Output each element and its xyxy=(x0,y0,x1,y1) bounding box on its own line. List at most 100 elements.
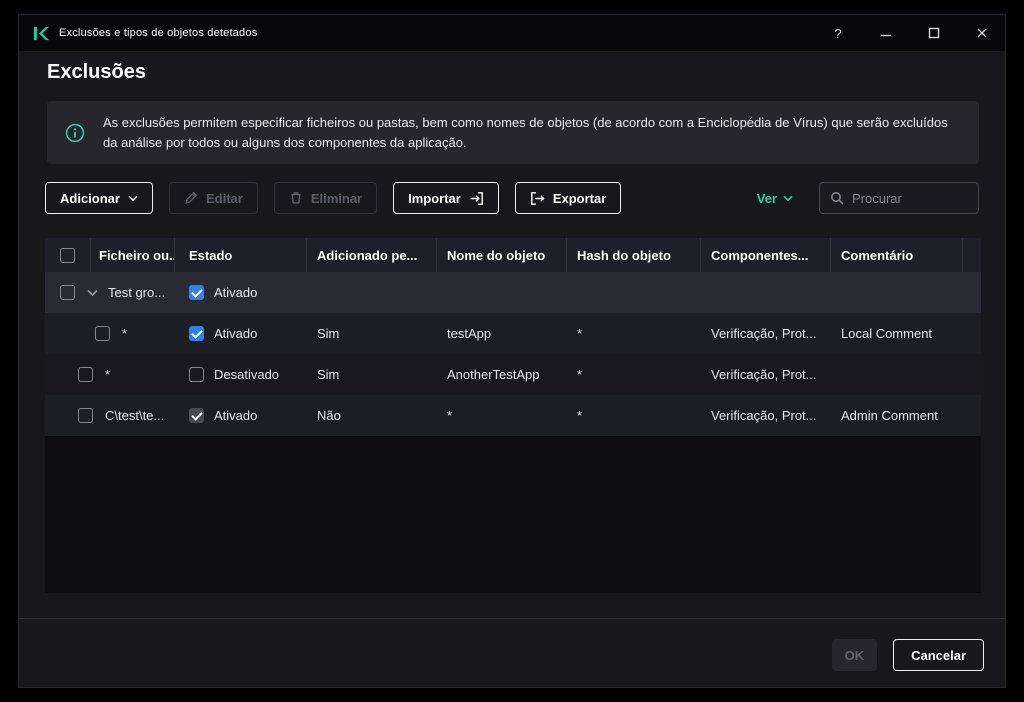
status-label: Ativado xyxy=(214,326,258,341)
column-header-added-by[interactable]: Adicionado pe... xyxy=(307,238,437,272)
row-components: Verificação, Prot... xyxy=(711,367,817,382)
window-title: Exclusões e tipos de objetos detetados xyxy=(59,27,258,39)
search-box xyxy=(819,182,979,214)
row-added-by: Sim xyxy=(317,326,340,341)
status-checkbox[interactable] xyxy=(189,326,204,341)
group-row-hash-cell xyxy=(567,272,701,313)
add-button-label: Adicionar xyxy=(60,190,120,206)
row-status-cell: Ativado xyxy=(175,313,307,354)
row-status-cell: Desativado xyxy=(175,354,307,395)
import-icon xyxy=(470,191,483,205)
row-comment: Admin Comment xyxy=(841,408,938,423)
table-row[interactable]: * Desativado Sim AnotherTestApp * Verifi… xyxy=(45,354,981,395)
status-checkbox[interactable] xyxy=(189,285,204,300)
row-file-cell: * xyxy=(45,354,175,395)
row-select-checkbox[interactable] xyxy=(78,367,93,382)
footer: OK Cancelar xyxy=(831,639,984,671)
row-filler-cell xyxy=(963,313,981,354)
info-banner: As exclusões permitem especificar fichei… xyxy=(47,101,979,164)
select-all-cell xyxy=(45,238,91,272)
row-object-hash: * xyxy=(577,367,583,382)
row-filler-cell xyxy=(963,354,981,395)
row-object-hash: * xyxy=(577,326,583,341)
status-label: Desativado xyxy=(214,367,280,382)
row-file-cell: * xyxy=(45,313,175,354)
page-title: Exclusões xyxy=(47,61,146,83)
column-header-object-hash[interactable]: Hash do objeto xyxy=(567,238,701,272)
column-header-status[interactable]: Estado xyxy=(175,238,307,272)
column-header-object-name[interactable]: Nome do objeto xyxy=(437,238,567,272)
column-header-components[interactable]: Componentes... xyxy=(701,238,831,272)
toolbar: Adicionar Editar Eliminar Importar Expor… xyxy=(45,182,979,214)
export-button[interactable]: Exportar xyxy=(514,182,622,214)
select-all-checkbox[interactable] xyxy=(60,247,75,263)
exclusions-table: Ficheiro ou... Estado Adicionado pe... N… xyxy=(45,238,981,593)
app-window: Exclusões e tipos de objetos detetados ?… xyxy=(18,14,1006,688)
status-label: Ativado xyxy=(214,285,258,300)
row-select-checkbox[interactable] xyxy=(60,285,75,300)
group-row-file-cell: Test gro... xyxy=(45,272,175,313)
row-select-checkbox[interactable] xyxy=(78,408,93,423)
row-select-checkbox[interactable] xyxy=(95,326,110,341)
row-comment xyxy=(831,354,963,395)
group-row-comment-cell xyxy=(831,272,963,313)
banner-text: As exclusões permitem especificar fichei… xyxy=(103,115,948,150)
minimize-button[interactable] xyxy=(871,18,901,48)
help-button[interactable]: ? xyxy=(823,18,853,48)
trash-icon xyxy=(291,192,301,204)
kaspersky-logo-icon xyxy=(32,25,49,42)
column-header-filler xyxy=(963,238,981,272)
view-menu-label: Ver xyxy=(756,190,777,206)
chevron-down-icon xyxy=(783,195,793,201)
delete-button[interactable]: Eliminar xyxy=(273,182,378,214)
row-file: C\test\te... xyxy=(105,408,165,423)
column-header-comment[interactable]: Comentário xyxy=(831,238,963,272)
table-row[interactable]: C\test\te... Ativado Não * * Verificação… xyxy=(45,395,981,436)
row-object-name: * xyxy=(447,408,453,423)
expander-chevron-icon[interactable] xyxy=(87,289,98,297)
group-row-filler-cell xyxy=(963,272,981,313)
export-button-label: Exportar xyxy=(552,190,607,206)
row-status-cell: Ativado xyxy=(175,395,307,436)
titlebar: Exclusões e tipos de objetos detetados ? xyxy=(19,15,1005,51)
pencil-icon xyxy=(185,191,198,204)
ok-button[interactable]: OK xyxy=(831,639,878,671)
delete-button-label: Eliminar xyxy=(310,190,363,206)
row-object-hash: * xyxy=(577,408,583,423)
view-menu-button[interactable]: Ver xyxy=(757,191,793,206)
maximize-button[interactable] xyxy=(919,18,949,48)
row-added-by: Sim xyxy=(317,367,340,382)
info-icon xyxy=(65,123,85,143)
import-button-label: Importar xyxy=(408,190,461,206)
edit-button-label: Editar xyxy=(205,190,243,206)
row-components: Verificação, Prot... xyxy=(711,326,817,341)
row-added-by: Não xyxy=(317,408,341,423)
edit-button[interactable]: Editar xyxy=(168,182,258,214)
row-object-name: testApp xyxy=(447,326,492,341)
group-row-name-cell xyxy=(437,272,567,313)
group-row-added-cell xyxy=(307,272,437,313)
group-row-status-cell: Ativado xyxy=(175,272,307,313)
search-icon xyxy=(831,192,844,205)
add-button[interactable]: Adicionar xyxy=(45,182,153,214)
export-icon xyxy=(530,191,545,205)
status-checkbox[interactable] xyxy=(189,367,204,382)
import-button[interactable]: Importar xyxy=(393,182,499,214)
row-object-name: AnotherTestApp xyxy=(447,367,540,382)
row-components: Verificação, Prot... xyxy=(711,408,817,423)
row-file-cell: C\test\te... xyxy=(45,395,175,436)
table-group-row[interactable]: Test gro... Ativado xyxy=(45,272,981,313)
status-label: Ativado xyxy=(214,408,258,423)
search-input[interactable] xyxy=(852,190,968,206)
row-file: * xyxy=(122,326,128,341)
table-row[interactable]: * Ativado Sim testApp * Verificação, Pro… xyxy=(45,313,981,354)
cancel-button[interactable]: Cancelar xyxy=(893,639,984,671)
close-button[interactable] xyxy=(967,18,997,48)
chevron-down-icon xyxy=(128,195,138,201)
column-header-file[interactable]: Ficheiro ou... xyxy=(91,238,175,272)
status-checkbox[interactable] xyxy=(189,408,204,423)
table-header: Ficheiro ou... Estado Adicionado pe... N… xyxy=(45,238,981,272)
row-filler-cell xyxy=(963,395,981,436)
window-controls: ? xyxy=(823,18,997,48)
footer-divider xyxy=(19,618,1005,619)
